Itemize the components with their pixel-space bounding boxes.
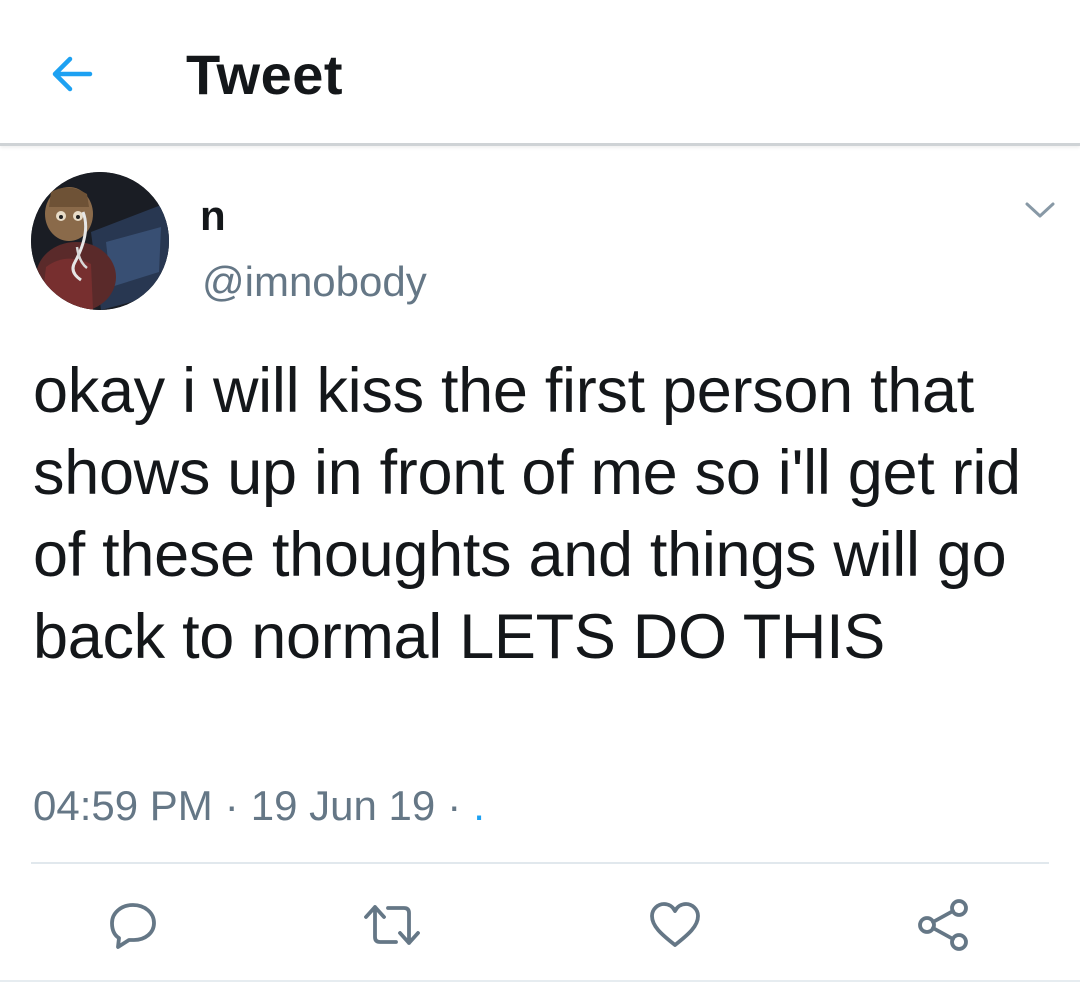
page-title: Tweet [186, 43, 344, 106]
back-button[interactable] [44, 46, 100, 102]
chevron-down-icon [1025, 202, 1055, 218]
tweet-date: 19 Jun 19 [250, 782, 436, 829]
share-button[interactable] [908, 890, 978, 960]
avatar[interactable] [31, 172, 169, 310]
tweet-source-link[interactable]: . [473, 782, 485, 829]
tweet-text: okay i will kiss the first person that s… [33, 356, 1021, 672]
author-handle[interactable]: @imnobody [202, 258, 427, 306]
author-display-name[interactable]: n [200, 192, 226, 240]
tweet-actions-bar [0, 880, 1080, 970]
more-options-button[interactable] [1016, 192, 1064, 228]
heart-icon [650, 902, 700, 947]
tweet-meta: 04:59 PM · 19 Jun 19 ·. [33, 782, 485, 830]
meta-separator: · [447, 782, 462, 829]
reply-icon [110, 903, 156, 949]
retweet-button[interactable] [357, 890, 427, 960]
like-button[interactable] [640, 890, 710, 960]
top-app-bar: Tweet [0, 0, 1080, 146]
bottom-border [0, 980, 1080, 982]
arrow-left-icon [52, 56, 93, 92]
share-icon [918, 899, 968, 951]
retweet-icon [364, 905, 420, 945]
reply-button[interactable] [98, 890, 168, 960]
meta-separator: · [224, 782, 239, 829]
divider [31, 862, 1049, 864]
tweet-time: 04:59 PM [33, 782, 213, 829]
